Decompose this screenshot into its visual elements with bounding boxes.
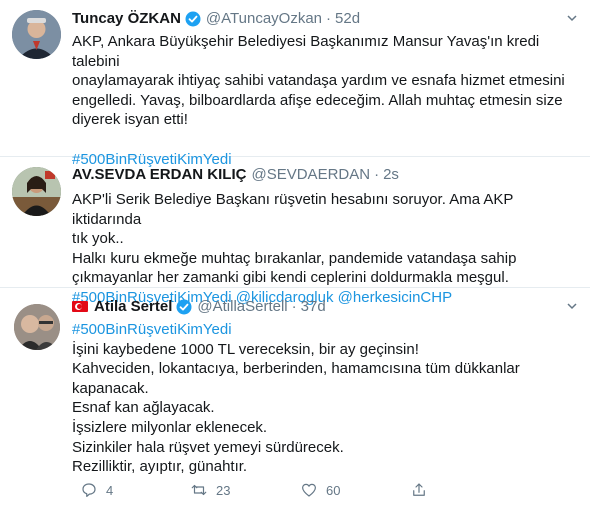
author-name[interactable]: Atila Sertel bbox=[94, 298, 172, 315]
author-handle[interactable]: @ATuncayOzkan bbox=[206, 10, 322, 27]
tweet-line: kapanacak. bbox=[72, 379, 149, 397]
avatar[interactable] bbox=[12, 10, 61, 59]
tweet-header: AV.SEVDA ERDAN KILIÇ @SEVDAERDAN · 2s bbox=[72, 166, 399, 183]
separator-dot: · bbox=[326, 10, 332, 27]
tweet-actions: 4 23 60 bbox=[80, 481, 520, 499]
like-count: 60 bbox=[326, 482, 341, 498]
tweet-line: onaylamayarak ihtiyaç sahibi vatandaşa y… bbox=[72, 72, 565, 90]
tweet-line: Sizinkiler hala rüşvet yemeyi sürdürecek… bbox=[72, 438, 344, 456]
chevron-down-icon[interactable] bbox=[566, 12, 578, 24]
tweet-line: Rezilliktir, ayıptır, günahtır. bbox=[72, 458, 248, 476]
avatar[interactable] bbox=[14, 304, 60, 350]
reply-icon bbox=[82, 483, 96, 497]
tweet-text: #500BinRüşvetiKimYedi İşini kaybedene 10… bbox=[72, 320, 572, 477]
tweet-header: Atila Sertel @AtillaSertell · 37d bbox=[72, 298, 326, 315]
tweet-line: Kahveciden, lokantacıya, berberinden, ha… bbox=[72, 360, 520, 378]
retweet-count: 23 bbox=[216, 482, 231, 498]
turkey-flag-icon bbox=[72, 301, 88, 312]
hashtag-link[interactable]: #500BinRüşvetiKimYedi bbox=[72, 321, 232, 338]
tweet-time[interactable]: 52d bbox=[335, 10, 360, 27]
like-button[interactable]: 60 bbox=[300, 481, 410, 499]
heart-icon bbox=[302, 483, 316, 497]
retweet-icon bbox=[191, 484, 207, 496]
tweet-line: diyerek isyan etti! bbox=[72, 111, 188, 129]
author-handle[interactable]: @AtillaSertell bbox=[197, 298, 287, 315]
tweet-atila-sertel[interactable]: Atila Sertel @AtillaSertell · 37d #500Bi… bbox=[0, 288, 590, 505]
tweet-text: AKP, Ankara Büyükşehir Belediyesi Başkan… bbox=[72, 32, 572, 169]
author-name[interactable]: AV.SEVDA ERDAN KILIÇ bbox=[72, 166, 246, 183]
tweet-header: Tuncay ÖZKAN @ATuncayOzkan · 52d bbox=[72, 10, 360, 27]
separator-dot: · bbox=[374, 166, 380, 183]
reply-button[interactable]: 4 bbox=[80, 481, 190, 499]
tweet-tuncay-ozkan[interactable]: Tuncay ÖZKAN @ATuncayOzkan · 52d AKP, An… bbox=[0, 0, 590, 168]
reply-count: 4 bbox=[106, 482, 114, 498]
tweet-line: engelledi. Yavaş, bilboardlarda afişe ed… bbox=[72, 91, 563, 109]
tweet-line: AKP'li Serik Belediye Başkanı rüşvetin h… bbox=[72, 191, 514, 228]
tweet-line: Esnaf kan ağlayacak. bbox=[72, 399, 215, 417]
tweet-line: Halkı kuru ekmeğe muhtaç bırakanlar, pan… bbox=[72, 249, 517, 267]
tweet-time[interactable]: 37d bbox=[301, 298, 326, 315]
chevron-down-icon[interactable] bbox=[566, 300, 578, 312]
share-icon bbox=[413, 483, 425, 496]
avatar[interactable] bbox=[12, 167, 61, 216]
tweet-line: İşini kaybedene 1000 TL vereceksin, bir … bbox=[72, 340, 419, 358]
tweet-line: tık yok.. bbox=[72, 230, 124, 248]
retweet-button[interactable]: 23 bbox=[190, 481, 300, 499]
tweet-line: çıkmayanlar her zamanki gibi kendi ceple… bbox=[72, 269, 509, 287]
share-button[interactable] bbox=[410, 481, 520, 499]
author-handle[interactable]: @SEVDAERDAN bbox=[251, 166, 370, 183]
verified-icon bbox=[185, 11, 201, 27]
tweet-time[interactable]: 2s bbox=[383, 166, 399, 183]
tweet-line: AKP, Ankara Büyükşehir Belediyesi Başkan… bbox=[72, 33, 540, 70]
author-name[interactable]: Tuncay ÖZKAN bbox=[72, 10, 181, 27]
separator-dot: · bbox=[291, 298, 297, 315]
verified-icon bbox=[176, 299, 192, 315]
tweet-line: İşsizlere milyonlar eklenecek. bbox=[72, 418, 268, 436]
tweet-sevda-erdan-kilic[interactable]: AV.SEVDA ERDAN KILIÇ @SEVDAERDAN · 2s AK… bbox=[0, 157, 590, 306]
